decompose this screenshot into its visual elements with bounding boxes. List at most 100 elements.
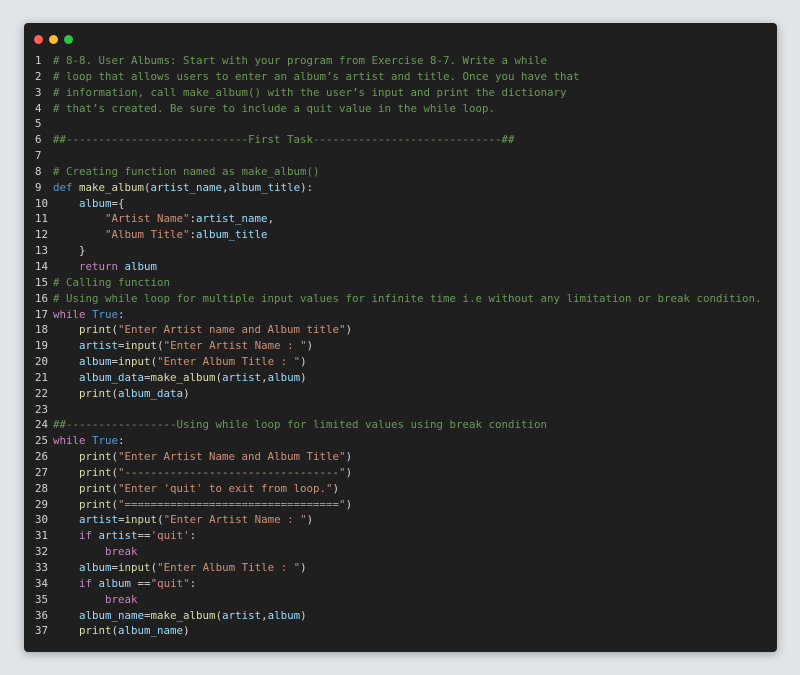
line-number: 12	[35, 228, 49, 242]
code-line: 23	[35, 402, 773, 418]
code-token: ==	[137, 529, 151, 543]
code-token: album_name	[79, 608, 145, 622]
line-number: 36	[35, 608, 49, 622]
line-code: if artist=='quit':	[53, 528, 196, 544]
code-line: 4 # that’s created. Be sure to include a …	[35, 101, 773, 117]
code-line: 16 # Using while loop for multiple input …	[35, 291, 773, 307]
code-token: # that’s created. Be sure to include a q…	[53, 101, 496, 115]
code-token: album	[124, 259, 158, 273]
line-code: album_name=make_album(artist,album)	[53, 608, 307, 624]
code-token: # loop that allows users to enter an alb…	[53, 69, 580, 83]
code-line: 17 while True:	[35, 307, 773, 323]
code-token: # Calling function	[53, 275, 171, 289]
line-number: 33	[35, 561, 49, 574]
line-number: 22	[35, 386, 49, 400]
code-line: 7	[35, 148, 773, 164]
line-number: 37	[35, 624, 49, 638]
line-number: 2	[35, 69, 42, 83]
code-token: "Enter Album Title : "	[157, 355, 301, 369]
minimize-window-button[interactable]	[49, 35, 58, 44]
code-line: 37 print(album_name)	[35, 623, 773, 639]
line-number: 28	[35, 481, 49, 495]
code-token: def	[53, 180, 80, 194]
code-token: )	[183, 386, 190, 400]
close-window-button[interactable]	[34, 35, 43, 44]
code-token: :	[189, 529, 197, 543]
code-token: )	[345, 323, 353, 337]
code-token: )	[306, 513, 314, 527]
code-token: album_name	[118, 624, 184, 638]
line-code: print("Enter Artist Name and Album Title…	[53, 449, 352, 465]
line-code: ##----------------------------First Task…	[53, 132, 515, 148]
line-code: while True:	[53, 307, 125, 323]
code-token: if	[79, 529, 99, 543]
line-code: "Artist Name":artist_name,	[53, 211, 274, 227]
code-token: album	[79, 355, 112, 369]
line-code: # Using while loop for multiple input va…	[53, 291, 762, 307]
code-token: # information, call make_album() with th…	[53, 85, 567, 99]
line-code: ##-----------------Using while loop for …	[53, 417, 547, 433]
line-code: break	[53, 544, 138, 560]
code-token: album_data	[118, 386, 184, 400]
code-token: "Enter Album Title : "	[157, 561, 301, 574]
code-line: 6 ##----------------------------First Tas…	[35, 132, 773, 148]
code-token: input	[118, 355, 151, 369]
line-number: 5	[35, 117, 42, 131]
code-token: ==	[137, 576, 151, 590]
maximize-window-button[interactable]	[64, 35, 73, 44]
line-number: 27	[35, 465, 49, 479]
code-token: print	[79, 624, 112, 638]
code-line: 29 print("==============================…	[35, 497, 773, 513]
code-token: # Creating function named as make_album(…	[53, 164, 320, 178]
code-line: 31 if artist=='quit':	[35, 528, 773, 544]
code-token: "quit"	[150, 576, 190, 590]
line-number: 15	[35, 275, 49, 289]
code-token: # 8-8. User Albums: Start with your prog…	[53, 54, 548, 67]
code-token: if	[79, 576, 99, 590]
code-token: album_title	[228, 180, 301, 194]
line-code: # Creating function named as make_album(…	[53, 164, 320, 180]
code-token: print	[79, 481, 112, 495]
line-number: 1	[35, 54, 42, 67]
code-token: print	[79, 497, 112, 511]
code-line: 12 "Album Title":album_title	[35, 227, 773, 243]
code-token: )	[300, 561, 307, 574]
code-token: make_album	[150, 370, 216, 384]
code-token: ##-----------------Using while loop for …	[53, 418, 548, 432]
code-token: True	[92, 434, 119, 448]
line-code: # information, call make_album() with th…	[53, 85, 567, 101]
code-line: 24 ##-----------------Using while loop fo…	[35, 417, 773, 433]
code-line: 19 artist=input("Enter Artist Name : ")	[35, 338, 773, 354]
code-line: 3 # information, call make_album() with t…	[35, 85, 773, 101]
code-token: }	[79, 244, 86, 258]
code-token: print	[79, 450, 112, 464]
code-token: "Enter Artist Name and Album Title"	[118, 450, 346, 464]
code-token: break	[105, 592, 138, 606]
code-editor[interactable]: 1 # 8-8. User Albums: Start with your pro…	[35, 53, 773, 639]
line-number: 31	[35, 529, 49, 543]
code-token: "Enter Artist Name : "	[163, 513, 307, 527]
code-token: ={	[111, 196, 125, 210]
code-line: 2 # loop that allows users to enter an al…	[35, 69, 773, 85]
code-token: break	[105, 545, 138, 559]
code-token: )	[345, 497, 353, 511]
code-token: ##----------------------------First Task…	[53, 133, 515, 147]
line-code: print("Enter Artist name and Album title…	[53, 322, 352, 338]
line-code: def make_album(artist_name,album_title):	[53, 180, 313, 196]
line-code: album=input("Enter Album Title : ")	[53, 354, 307, 370]
code-line: 11 "Artist Name":artist_name,	[35, 211, 773, 227]
code-token: album	[267, 370, 301, 384]
code-token: "Album Title"	[105, 228, 190, 242]
window-titlebar	[24, 23, 777, 53]
line-number: 29	[35, 497, 49, 511]
code-line: 25 while True:	[35, 433, 773, 449]
